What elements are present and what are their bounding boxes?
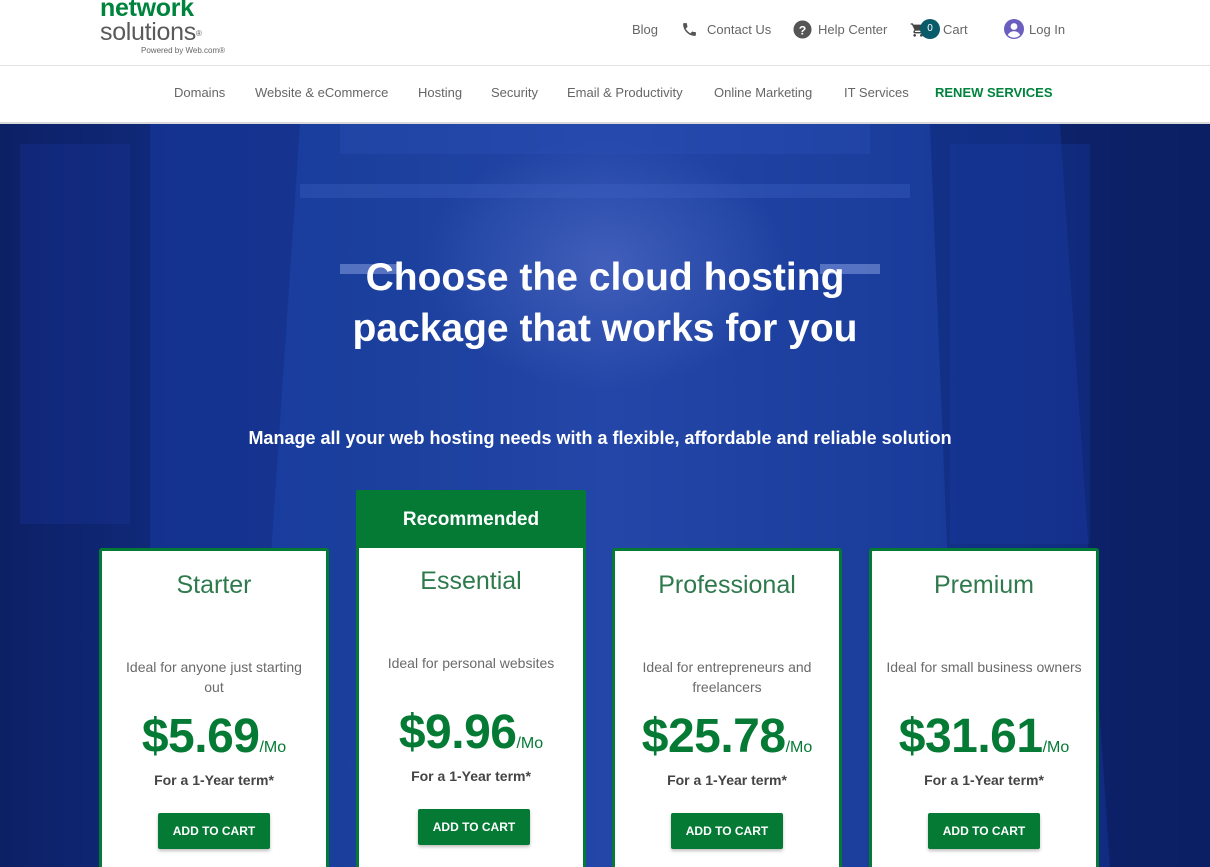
cart-icon: 0 (910, 18, 940, 40)
question-circle-icon: ? (793, 19, 812, 39)
add-to-cart-button-essential[interactable]: ADD TO CART (418, 809, 530, 845)
logo-tagline: Powered by Web.com® (141, 46, 226, 55)
plan-card-essential: Essential Ideal for personal websites $9… (356, 548, 586, 867)
plan-card-premium: Premium Ideal for small business owners … (869, 548, 1099, 867)
nav-item-hosting[interactable]: Hosting (418, 85, 462, 100)
main-nav: Domains Website & eCommerce Hosting Secu… (0, 66, 1210, 124)
help-center-link[interactable]: ? Help Center (793, 18, 887, 40)
nav-item-website-ecommerce[interactable]: Website & eCommerce (255, 85, 388, 100)
site-header: network solutions® Powered by Web.com® B… (0, 0, 1210, 66)
logo-line2: solutions® (100, 18, 202, 46)
nav-item-renew-services[interactable]: RENEW SERVICES (935, 85, 1053, 100)
plan-name: Premium (933, 571, 1034, 599)
add-to-cart-button-starter[interactable]: ADD TO CART (158, 813, 270, 849)
nav-item-security[interactable]: Security (491, 85, 538, 100)
phone-icon (681, 21, 698, 38)
plan-price: $25.78/Mo (641, 710, 813, 763)
hero-banner: Choose the cloud hosting package that wor… (0, 124, 1210, 867)
plan-name: Starter (176, 571, 252, 599)
recommended-badge: Recommended (356, 490, 586, 550)
hero-subtitle: Manage all your web hosting needs with a… (248, 428, 952, 448)
plan-term: For a 1-Year term* (411, 768, 531, 784)
nav-item-online-marketing[interactable]: Online Marketing (714, 85, 812, 100)
add-to-cart-button-premium[interactable]: ADD TO CART (928, 813, 1040, 849)
plan-description: Ideal for small business owners (886, 659, 1082, 675)
contact-us-link[interactable]: Contact Us (681, 18, 771, 40)
nav-item-email-productivity[interactable]: Email & Productivity (567, 85, 683, 100)
cart-link[interactable]: 0 Cart (910, 18, 968, 40)
hero-title: Choose the cloud hosting package that wor… (352, 256, 858, 350)
plan-description: Ideal for entrepreneurs and freelancers (642, 659, 812, 695)
plan-term: For a 1-Year term* (154, 772, 274, 788)
plan-description: Ideal for personal websites (387, 655, 555, 671)
plan-card-starter: Starter Ideal for anyone just starting o… (99, 548, 329, 867)
plan-description: Ideal for anyone just starting out (126, 659, 302, 695)
add-to-cart-button-professional[interactable]: ADD TO CART (671, 813, 783, 849)
svg-text:?: ? (799, 23, 807, 37)
plan-name: Essential (420, 567, 522, 595)
plan-term: For a 1-Year term* (924, 772, 1044, 788)
plan-name: Professional (658, 571, 796, 599)
blog-link[interactable]: Blog (632, 18, 658, 40)
cart-count-badge: 0 (920, 19, 940, 39)
plan-card-professional: Professional Ideal for entrepreneurs and… (612, 548, 842, 867)
network-solutions-logo[interactable]: network solutions® Powered by Web.com® (100, 0, 250, 58)
nav-item-domains[interactable]: Domains (174, 85, 225, 100)
plan-price: $5.69/Mo (141, 710, 287, 763)
login-link[interactable]: Log In (1004, 18, 1065, 40)
nav-item-it-services[interactable]: IT Services (844, 85, 909, 100)
plan-price: $9.96/Mo (398, 706, 544, 759)
user-circle-icon (1004, 19, 1024, 39)
plan-price: $31.61/Mo (898, 710, 1070, 763)
plan-term: For a 1-Year term* (667, 772, 787, 788)
